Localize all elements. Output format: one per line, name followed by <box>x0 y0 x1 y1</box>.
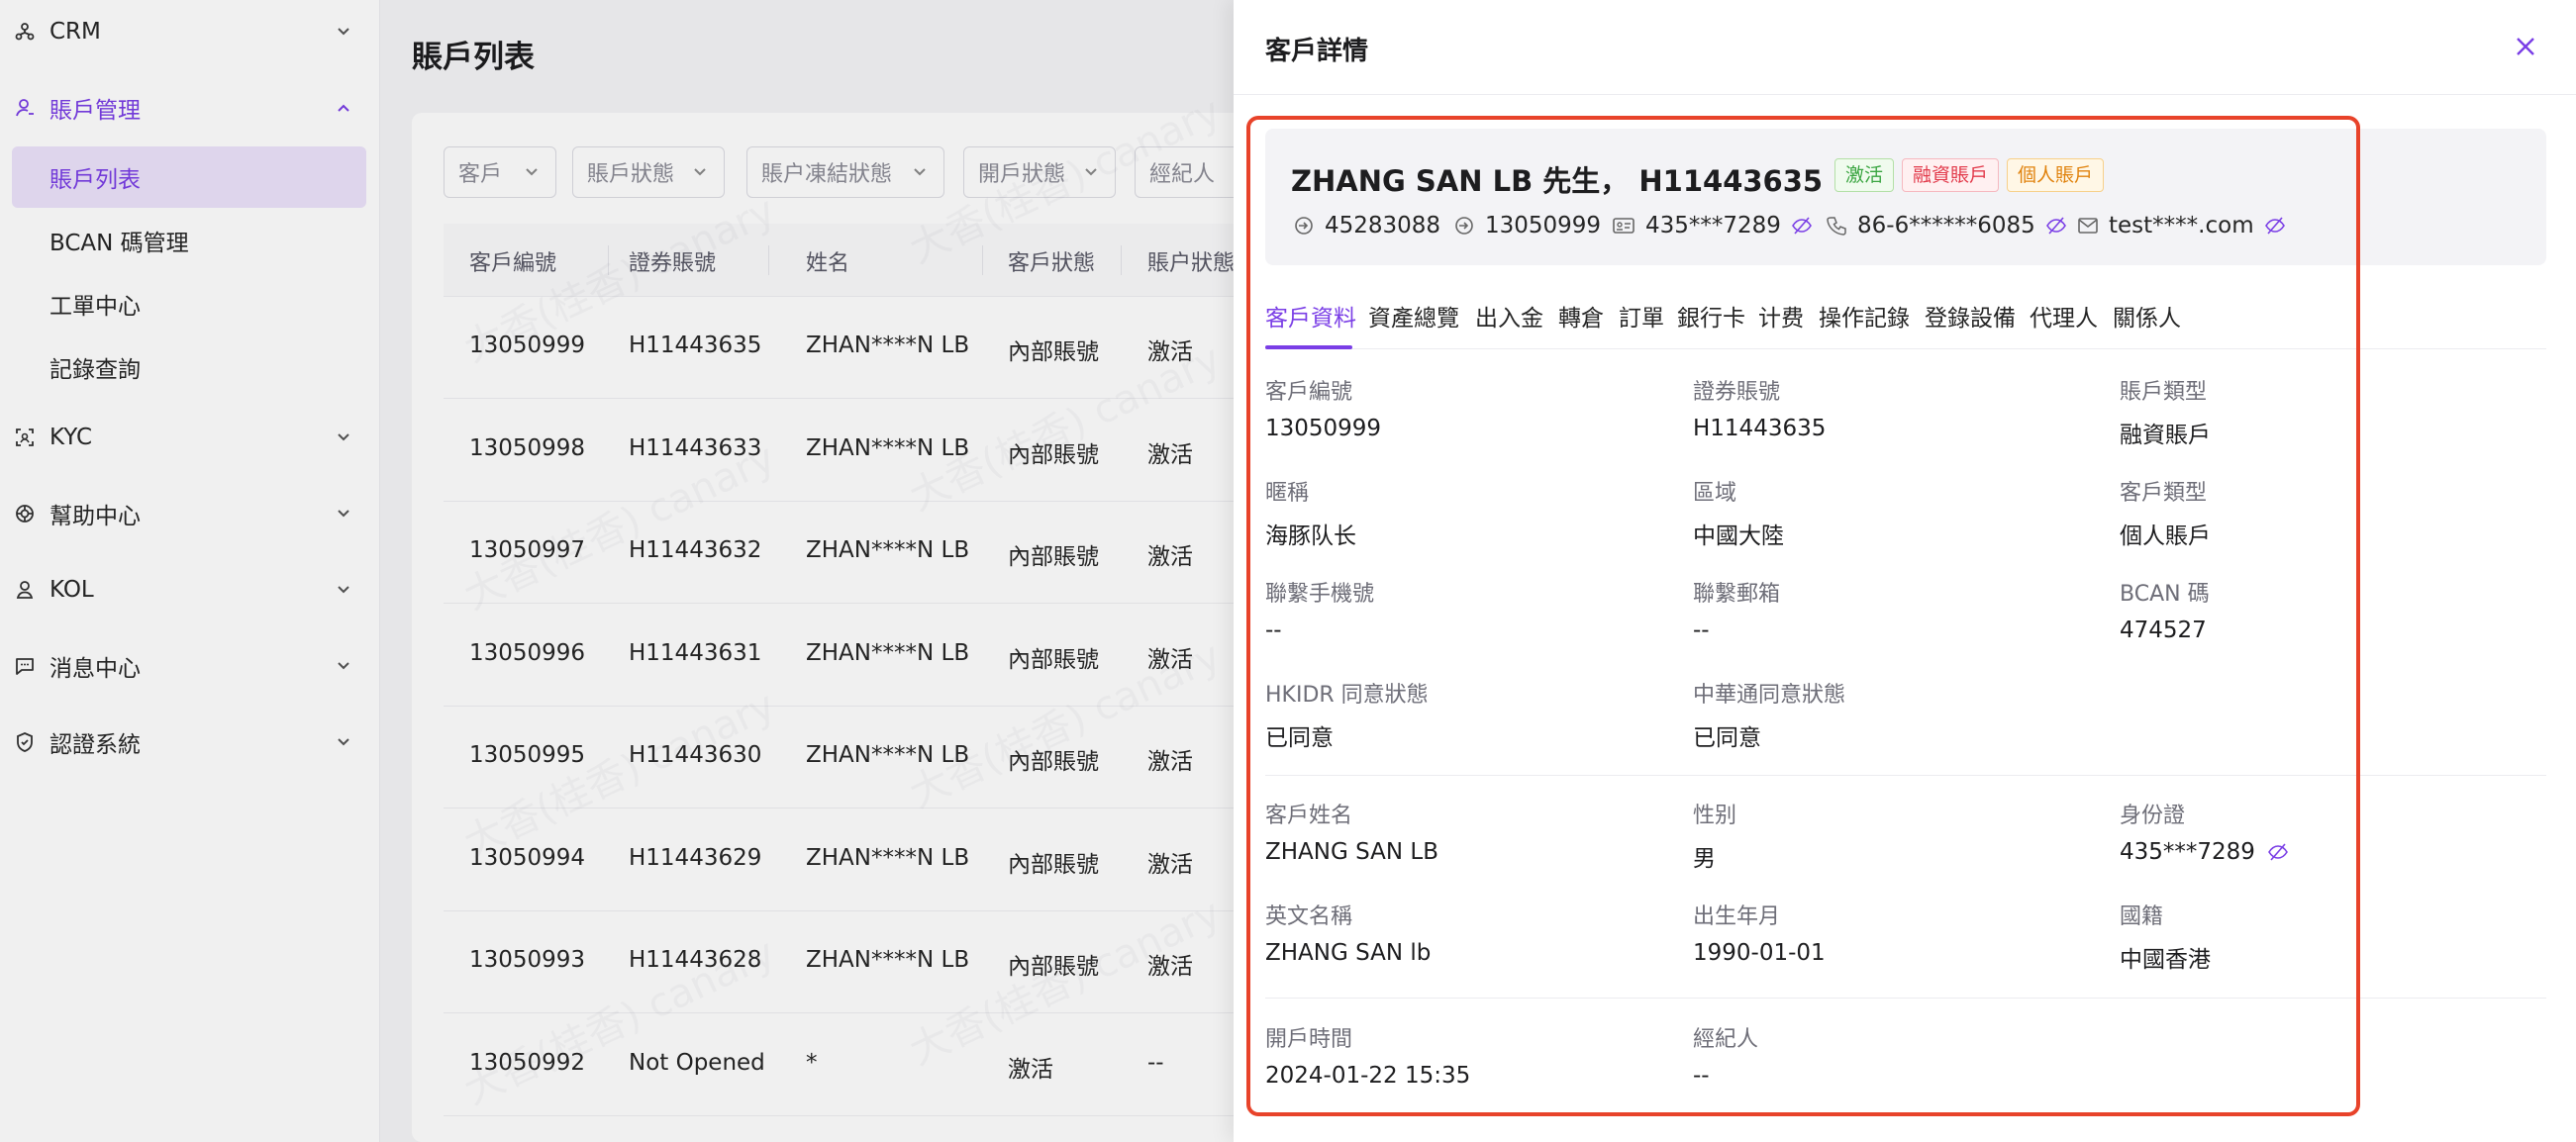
drawer-header: 客戶詳情 <box>1234 0 2576 95</box>
close-icon[interactable] <box>2511 32 2540 61</box>
drawer-title: 客戶詳情 <box>1265 37 1369 66</box>
overlay-mask[interactable] <box>0 0 1234 1142</box>
highlight-annotation <box>1246 116 2360 1116</box>
